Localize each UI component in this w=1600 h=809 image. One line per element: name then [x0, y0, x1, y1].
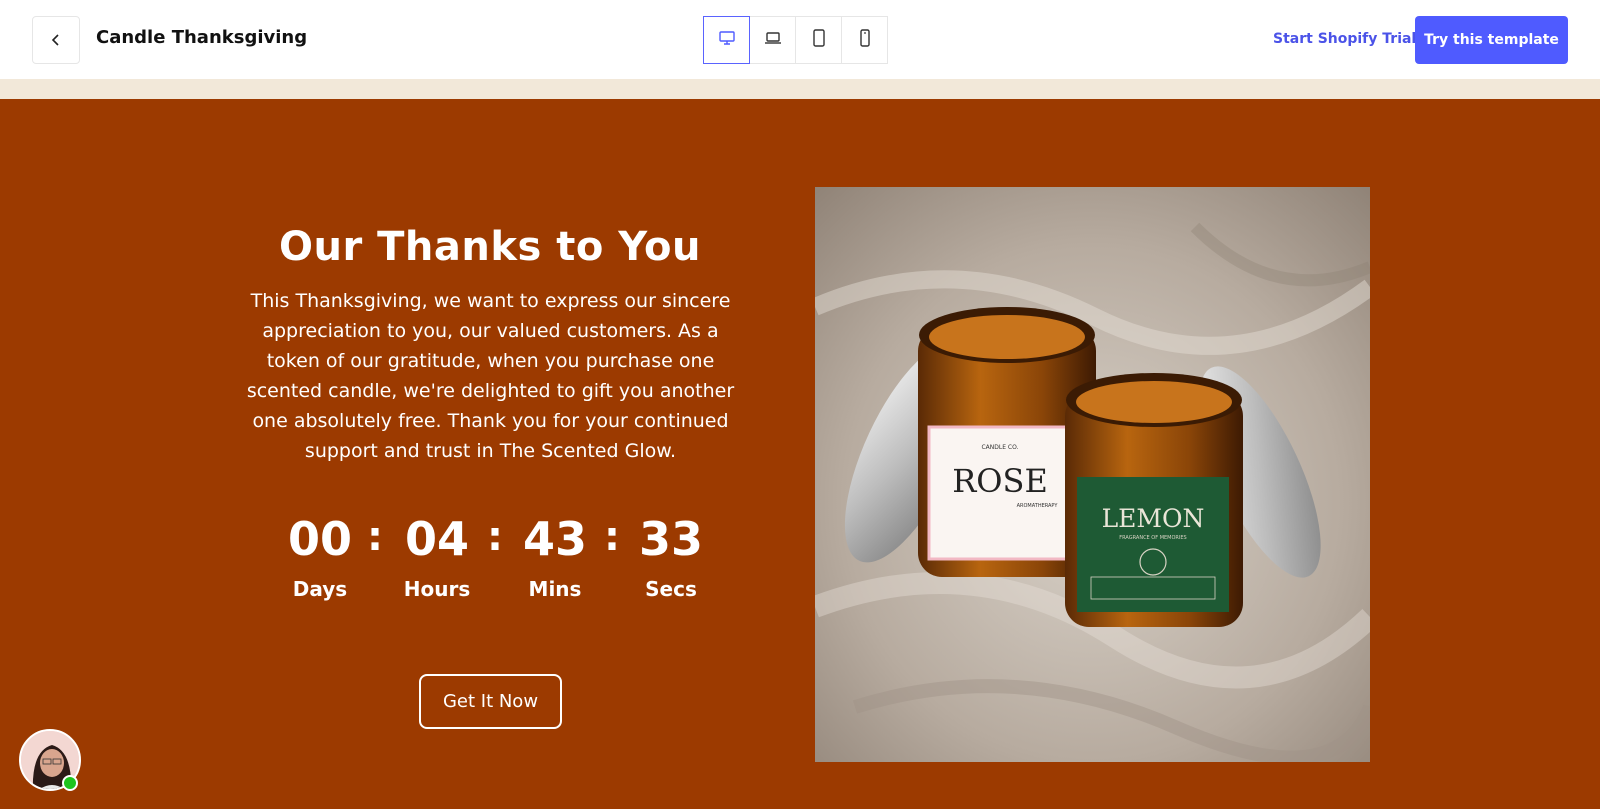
laptop-view-button[interactable] [749, 16, 796, 64]
desktop-view-button[interactable] [703, 16, 750, 64]
mins-label: Mins [528, 577, 582, 601]
mobile-icon [859, 29, 871, 51]
body-line: scented candle, we're delighted to gift … [246, 380, 735, 402]
countdown-days: 00 Days [270, 509, 370, 601]
jar1-brand-text: CANDLE CO. [981, 444, 1018, 451]
days-value: 00 [287, 512, 352, 566]
top-bar: Candle Thanksgiving Start Shopify Trial … [0, 0, 1600, 79]
countdown-timer: 00 Days : 04 Hours : 43 Mins : 33 Secs [270, 509, 710, 619]
body-line: support and trust in The Scented Glow. [304, 440, 677, 462]
jar2-label-text: LEMON [1102, 504, 1205, 533]
hours-value: 04 [404, 512, 469, 566]
body-line: appreciation to you, our valued customer… [262, 320, 719, 342]
candle-product-image: CANDLE CO. ROSE AROMATHERAPY LEMON FRAGR… [815, 187, 1370, 762]
secs-label: Secs [645, 577, 697, 601]
secs-value: 33 [638, 512, 703, 566]
hero-body-text: This Thanksgiving, we want to express ou… [228, 286, 753, 466]
hero-heading: Our Thanks to You [279, 224, 701, 270]
desktop-icon [718, 30, 736, 50]
laptop-icon [764, 30, 782, 50]
hero-section: Our Thanks to You This Thanksgiving, we … [0, 99, 1600, 809]
start-shopify-trial-link[interactable]: Start Shopify Trial [1273, 31, 1416, 47]
body-line: one absolutely free. Thank you for your … [252, 410, 729, 432]
countdown-secs: 33 Secs [621, 509, 721, 601]
back-button[interactable] [32, 16, 80, 64]
get-it-now-button[interactable]: Get It Now [419, 674, 562, 729]
countdown-separator: : [487, 514, 503, 560]
countdown-hours: 04 Hours [387, 509, 487, 601]
tablet-icon [812, 29, 826, 51]
announcement-strip [0, 79, 1600, 99]
online-status-dot [62, 775, 78, 791]
device-switcher [703, 16, 888, 64]
try-template-button[interactable]: Try this template [1415, 16, 1568, 64]
hours-label: Hours [403, 577, 471, 601]
mobile-view-button[interactable] [841, 16, 888, 64]
chevron-left-icon [50, 31, 62, 50]
jar1-label-text: ROSE [952, 462, 1048, 500]
countdown-separator: : [604, 514, 620, 560]
tablet-view-button[interactable] [795, 16, 842, 64]
page-title: Candle Thanksgiving [96, 27, 308, 48]
countdown-mins: 43 Mins [505, 509, 605, 601]
jar1-sub-text: AROMATHERAPY [1017, 503, 1059, 509]
mins-value: 43 [522, 512, 587, 566]
body-line: This Thanksgiving, we want to express ou… [250, 290, 731, 312]
countdown-separator: : [367, 514, 383, 560]
jar2-sub-text: FRAGRANCE OF MEMORIES [1119, 535, 1186, 541]
days-label: Days [292, 577, 348, 601]
body-line: token of our gratitude, when you purchas… [266, 350, 715, 372]
